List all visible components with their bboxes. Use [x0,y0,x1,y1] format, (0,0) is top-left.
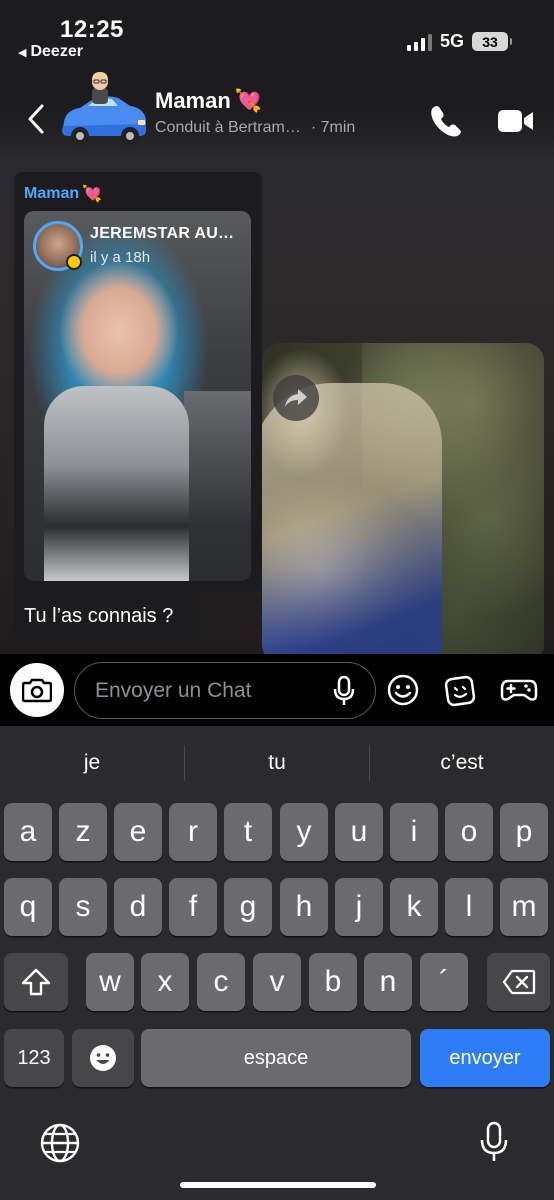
status-time: 12:25 [60,16,124,43]
shift-key[interactable] [4,953,68,1011]
emoji-keyboard-key[interactable] [72,1029,134,1087]
numbers-key[interactable]: 123 [4,1029,64,1087]
emoji-face-icon [90,1045,116,1071]
video-call-icon[interactable] [496,104,536,138]
key-f[interactable]: f [169,878,217,936]
camera-button[interactable] [10,663,64,717]
key-e[interactable]: e [114,803,162,861]
key-j[interactable]: j [335,878,383,936]
status-indicators: 5G 33 [406,31,512,52]
back-button[interactable] [22,102,50,136]
key-l[interactable]: l [445,878,493,936]
chat-input-wrapper[interactable] [74,662,376,719]
key-x[interactable]: x [141,953,189,1011]
chevron-left-icon [28,104,44,134]
suggestion-3[interactable]: c’est [370,745,554,781]
contact-time-ago: · 7min [310,119,356,136]
star-badge-icon [66,254,82,270]
contact-status[interactable]: Conduit à Bertram… · 7min [155,119,355,137]
home-indicator[interactable] [180,1182,376,1188]
emoji-icon[interactable] [386,673,420,707]
battery-level: 33 [482,33,498,50]
battery-icon: 33 [472,32,512,51]
key-t[interactable]: t [224,803,272,861]
heart-emoji: 💘 [234,88,263,113]
contact-location: Conduit à Bertram… [155,119,301,136]
message-sender-name: Maman [24,185,80,202]
key-z[interactable]: z [59,803,107,861]
phone-icon[interactable] [428,103,464,139]
backspace-icon [502,969,535,995]
key-i[interactable]: i [390,803,438,861]
key-k[interactable]: k [390,878,438,936]
back-app-label: Deezer [30,43,83,60]
message-sender: Maman 💘 [24,184,102,204]
key-p[interactable]: p [500,803,548,861]
cellular-signal-icon [406,33,432,51]
key-m[interactable]: m [500,878,548,936]
suggestion-1[interactable]: je [0,745,184,781]
sticker-icon[interactable] [443,672,479,708]
key-q[interactable]: q [4,878,52,936]
story-title: JEREMSTAR AU… [90,225,235,242]
story-time: il y a 18h [90,249,151,266]
key-v[interactable]: v [253,953,301,1011]
key-w[interactable]: w [86,953,134,1011]
camera-icon [22,678,52,703]
key-a[interactable]: a [4,803,52,861]
key-s[interactable]: s [59,878,107,936]
key-u[interactable]: u [335,803,383,861]
send-key[interactable]: envoyer [420,1029,550,1087]
globe-icon[interactable] [38,1121,82,1165]
back-triangle-icon: ◀ [18,46,27,59]
key-h[interactable]: h [280,878,328,936]
key-r[interactable]: r [169,803,217,861]
key-d[interactable]: d [114,878,162,936]
key-c[interactable]: c [197,953,245,1011]
game-controller-icon[interactable] [500,673,538,707]
dictation-microphone-icon[interactable] [479,1121,509,1163]
contact-name-text: Maman [155,88,231,113]
chat-input[interactable] [95,678,325,703]
contact-name[interactable]: Maman 💘 [155,88,262,114]
space-key[interactable]: espace [141,1029,411,1087]
microphone-icon[interactable] [332,675,356,707]
heart-emoji: 💘 [82,186,103,203]
key-y[interactable]: y [280,803,328,861]
key-g[interactable]: g [224,878,272,936]
key-b[interactable]: b [309,953,357,1011]
message-text: Tu l’as connais ? [24,605,174,627]
back-to-app-link[interactable]: ◀ Deezer [18,43,83,61]
key-n[interactable]: n [364,953,412,1011]
shift-arrow-icon [21,968,51,996]
bitmoji-avatar[interactable] [58,70,150,152]
network-type: 5G [439,31,464,51]
forward-icon[interactable] [273,375,319,421]
delete-key[interactable] [487,953,550,1011]
key-accent[interactable]: ´ [420,953,468,1011]
suggestion-2[interactable]: tu [185,745,369,781]
key-o[interactable]: o [445,803,493,861]
